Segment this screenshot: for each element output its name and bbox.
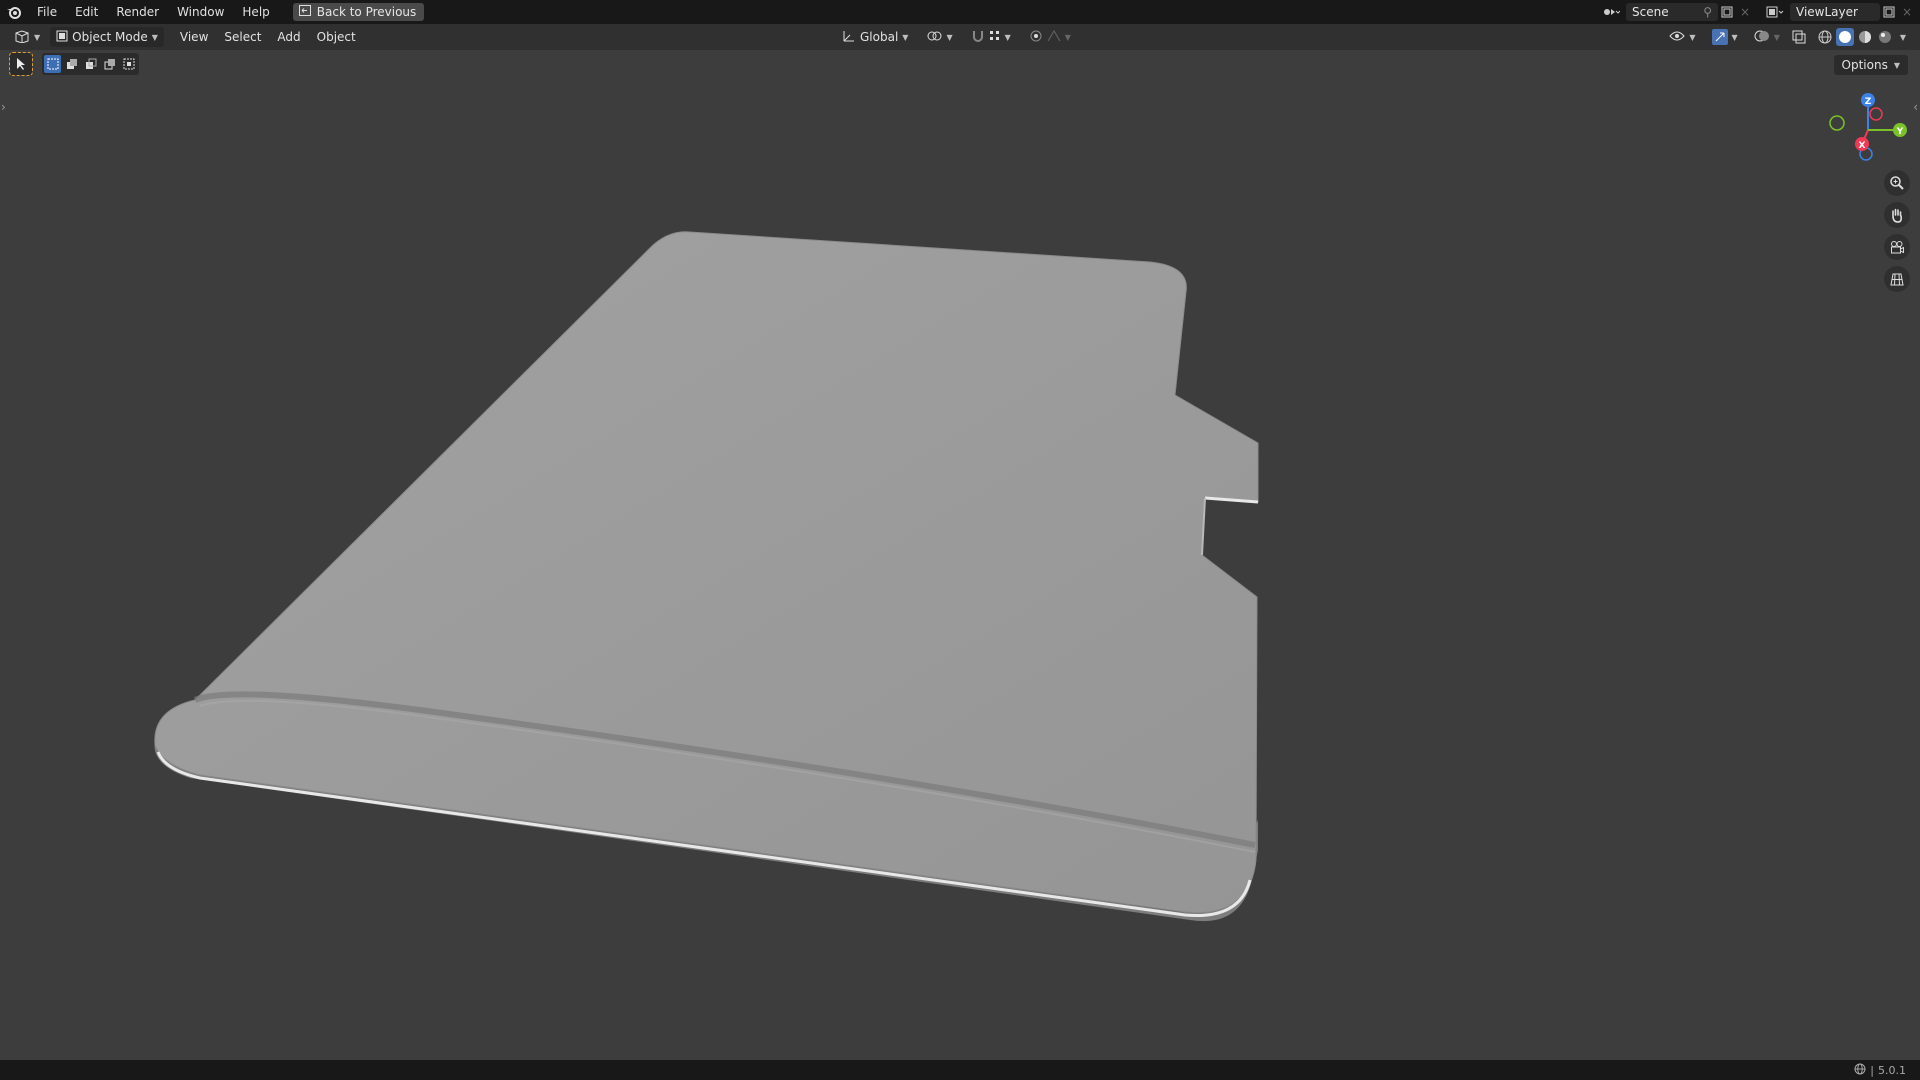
viewport-navigation-tools	[1884, 170, 1910, 292]
negative-y-axis-icon	[1829, 115, 1845, 131]
perspective-ortho-toggle-icon[interactable]	[1884, 266, 1910, 292]
zoom-icon[interactable]	[1884, 170, 1910, 196]
version-separator: |	[1870, 1063, 1874, 1077]
navigation-gizmo[interactable]: Z Y X	[1820, 88, 1916, 168]
y-axis-label: Y	[1896, 127, 1904, 137]
version-number: 5.0.1	[1878, 1063, 1906, 1077]
z-axis-label: Z	[1865, 97, 1872, 107]
hand-pan-icon[interactable]	[1884, 202, 1910, 228]
viewport-3d-object[interactable]	[0, 0, 1920, 1080]
x-axis-label: X	[1859, 141, 1866, 151]
status-bar: | 5.0.1	[0, 1060, 1920, 1080]
negative-x-axis-icon	[1869, 107, 1883, 121]
version-info: | 5.0.1	[1854, 1063, 1906, 1078]
globe-icon	[1854, 1063, 1866, 1078]
camera-view-icon[interactable]	[1884, 234, 1910, 260]
